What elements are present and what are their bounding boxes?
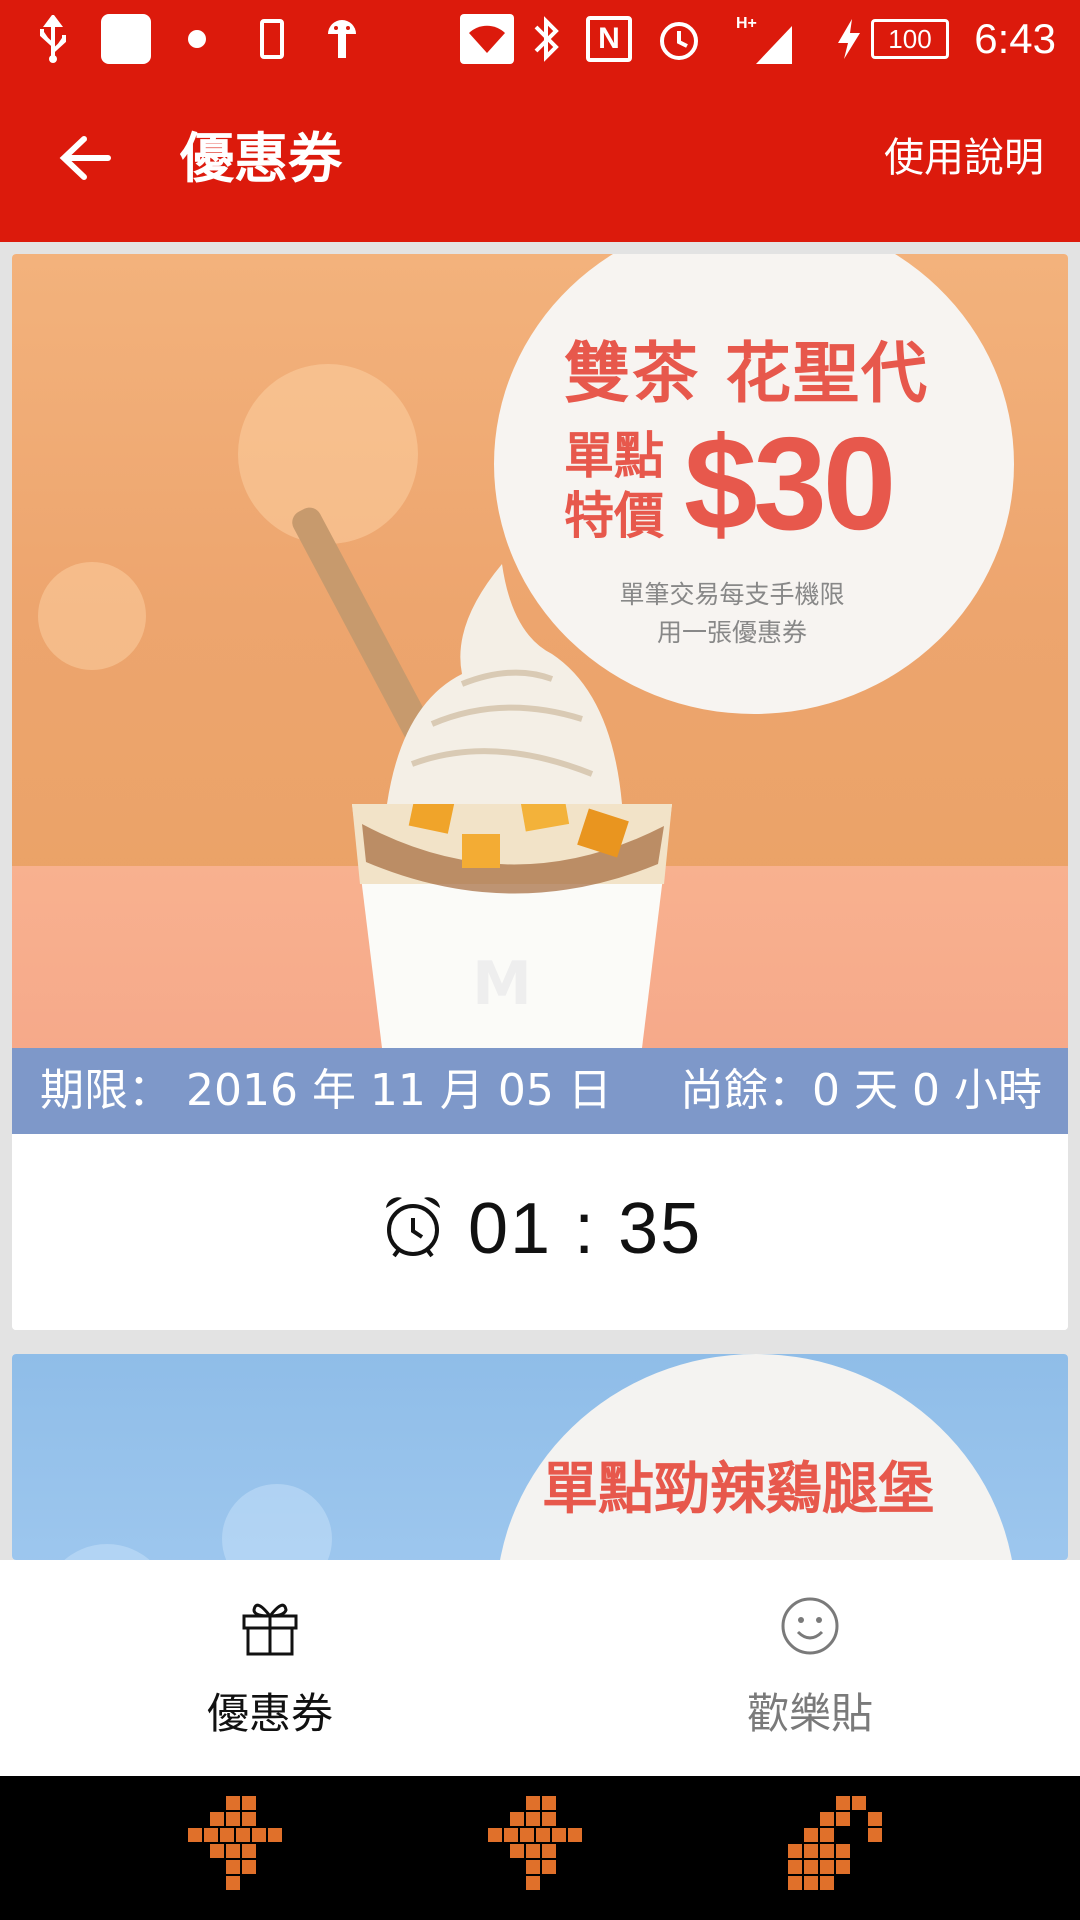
app-bar: 優惠券 使用說明 (0, 78, 1080, 242)
promo-title: 雙茶 花聖代 (564, 335, 929, 412)
coupon-card[interactable]: 單點勁辣鷄腿堡 (12, 1354, 1068, 1560)
android-icon (322, 0, 362, 78)
status-bar: N H+ 100 6:43 (0, 0, 1080, 78)
expiry-bar: 期限： 2016 年 11 月 05 日 尚餘：0 天 0 小時 (12, 1048, 1068, 1134)
bluetooth-icon (528, 0, 564, 78)
sundae-image: M (292, 507, 672, 1048)
bottom-tab-bar: 優惠券 歡樂貼 (0, 1560, 1080, 1776)
coupon-banner: 雙茶 花聖代 單點特價 $30 單筆交易每支手機限用一張優惠券 M (12, 254, 1068, 1048)
nav-back-button[interactable] (186, 1794, 296, 1904)
back-arrow-icon (59, 136, 111, 180)
wifi-icon (460, 0, 514, 78)
back-button[interactable] (40, 118, 130, 198)
nfc-icon: N (584, 0, 634, 78)
svg-text:M: M (472, 949, 532, 1019)
clock: 6:43 (974, 15, 1056, 62)
countdown-timer: 01 : 35 (468, 1189, 703, 1269)
promo-title: 單點勁辣鷄腿堡 (542, 1457, 934, 1522)
coupon-card[interactable]: 雙茶 花聖代 單點特價 $30 單筆交易每支手機限用一張優惠券 M 期限： 20… (12, 254, 1068, 1330)
tab-stickers[interactable]: 歡樂貼 (540, 1560, 1080, 1776)
nav-recents-button[interactable] (786, 1794, 896, 1904)
signal-icon: H+ (736, 0, 796, 78)
help-button[interactable]: 使用說明 (884, 130, 1044, 186)
expiry-date: 期限： 2016 年 11 月 05 日 (40, 1065, 612, 1116)
tab-label: 優惠券 (206, 1689, 333, 1738)
app-notification-icon (100, 0, 152, 78)
alarm-icon (654, 0, 704, 78)
tab-coupons[interactable]: 優惠券 (0, 1560, 540, 1776)
battery-icon: 100 (870, 0, 950, 78)
phone-icon (254, 0, 290, 78)
coupon-banner: 單點勁辣鷄腿堡 (12, 1354, 1068, 1560)
battery-level: 100 (871, 19, 949, 59)
usb-icon (30, 0, 76, 78)
remaining-time: 尚餘：0 天 0 小時 (680, 1065, 1042, 1116)
bokeh-decoration (42, 1544, 172, 1560)
countdown-row: 01 : 35 (12, 1134, 1068, 1330)
bokeh-decoration (222, 1484, 332, 1560)
alarm-clock-icon (386, 1197, 440, 1258)
charging-icon (832, 0, 866, 78)
svg-text:H+: H+ (736, 15, 757, 32)
page-title: 優惠券 (180, 127, 342, 190)
nav-home-button[interactable] (486, 1794, 596, 1904)
dot-icon (184, 0, 210, 78)
system-nav-bar (0, 1776, 1080, 1920)
bokeh-decoration (38, 562, 146, 670)
gift-icon (242, 1603, 298, 1656)
smiley-icon (781, 1597, 839, 1655)
tab-label: 歡樂貼 (746, 1689, 873, 1738)
